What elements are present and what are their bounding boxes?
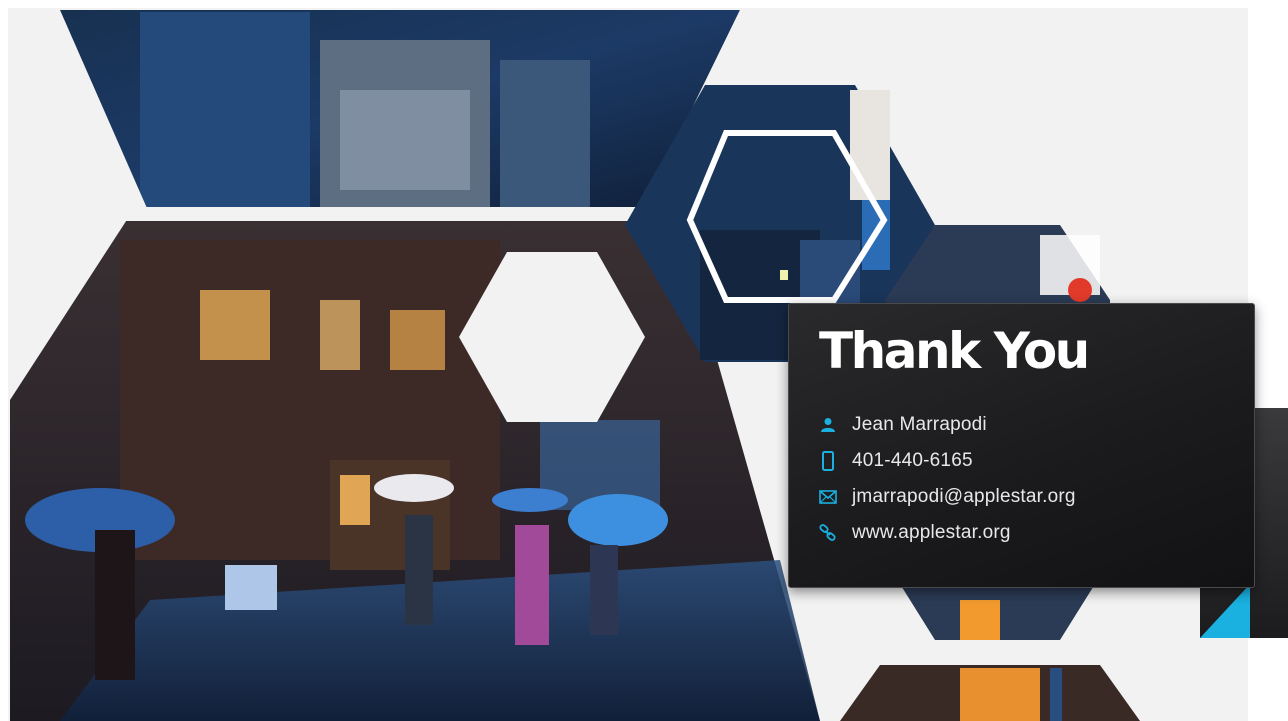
- person-icon: [817, 414, 839, 436]
- contact-email-row: jmarrapodi@applestar.org: [817, 484, 1076, 510]
- slide: Thank You Jean Marrapodi 401-440-6165 jm…: [0, 0, 1288, 721]
- contact-website[interactable]: www.applestar.org: [852, 522, 1011, 544]
- contact-card: Thank You Jean Marrapodi 401-440-6165 jm…: [788, 303, 1255, 588]
- slide-title: Thank You: [819, 322, 1090, 380]
- contact-website-row: www.applestar.org: [817, 520, 1011, 546]
- photo-hexagon-bottom: [840, 665, 1140, 721]
- contact-phone-row: 401-440-6165: [817, 448, 973, 474]
- contact-phone: 401-440-6165: [852, 450, 973, 471]
- contact-name-row: Jean Marrapodi: [817, 412, 987, 438]
- contact-email[interactable]: jmarrapodi@applestar.org: [852, 486, 1076, 508]
- envelope-icon: [817, 486, 839, 508]
- mobile-phone-icon: [817, 450, 839, 472]
- contact-name: Jean Marrapodi: [852, 414, 987, 435]
- link-icon: [817, 522, 839, 544]
